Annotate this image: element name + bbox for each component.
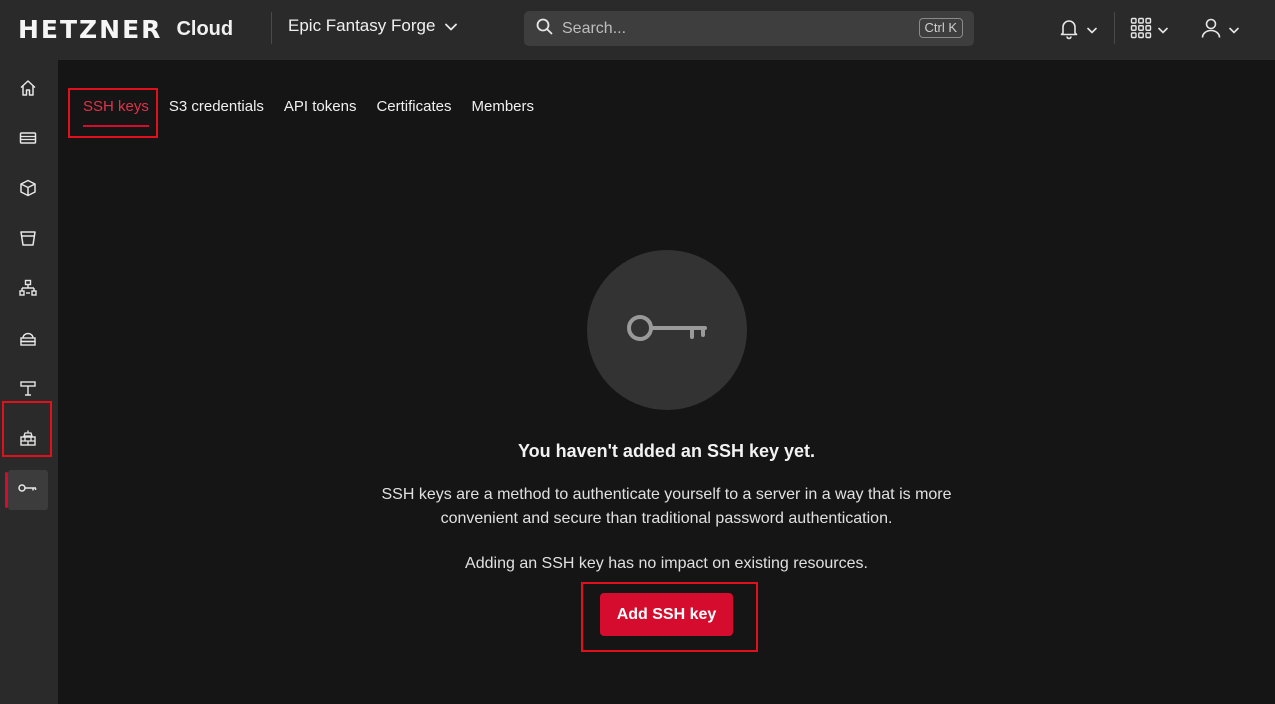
tab-certificates[interactable]: Certificates	[376, 98, 451, 127]
project-name: Epic Fantasy Forge	[288, 16, 436, 35]
empty-state-title: You haven't added an SSH key yet.	[517, 441, 816, 461]
search-icon	[536, 18, 553, 40]
key-icon	[626, 312, 708, 349]
chevron-down-icon	[1229, 21, 1239, 39]
sidebar-item-networks[interactable]	[8, 270, 48, 310]
bell-icon	[1057, 16, 1081, 45]
home-icon	[19, 79, 37, 102]
network-icon	[19, 279, 37, 302]
empty-state-note: Adding an SSH key has no impact on exist…	[465, 555, 868, 572]
tab-members[interactable]: Members	[472, 98, 535, 127]
cloud-stack-icon	[19, 329, 37, 352]
sidebar-item-load-balancers[interactable]	[8, 320, 48, 360]
description-line: SSH keys are a method to authenticate yo…	[381, 486, 952, 503]
logo-text: HETZNER	[18, 14, 163, 44]
chevron-down-icon	[1087, 21, 1097, 39]
sidebar-item-servers[interactable]	[8, 120, 48, 160]
server-icon	[19, 129, 37, 152]
chevron-down-icon	[445, 16, 458, 36]
user-menu-button[interactable]	[1199, 0, 1239, 60]
apps-menu-button[interactable]	[1130, 0, 1168, 60]
sidebar	[0, 60, 58, 704]
logo-subtitle: Cloud	[176, 17, 234, 40]
sidebar-item-home[interactable]	[8, 70, 48, 110]
sidebar-item-volumes[interactable]	[8, 170, 48, 210]
logo[interactable]: HETZNER Cloud	[18, 14, 233, 44]
divider	[1114, 12, 1115, 44]
empty-state-illustration	[587, 250, 747, 410]
search-box[interactable]: Ctrl K	[524, 11, 974, 46]
project-selector[interactable]: Epic Fantasy Forge	[288, 16, 458, 36]
highlight-box	[581, 582, 758, 652]
search-input[interactable]	[562, 19, 902, 38]
cube-icon	[19, 179, 37, 202]
search-shortcut-hint: Ctrl K	[918, 18, 963, 38]
apps-grid-icon	[1130, 17, 1152, 44]
sidebar-item-storage[interactable]	[8, 220, 48, 260]
user-icon	[1199, 16, 1223, 45]
top-bar: HETZNER Cloud Epic Fantasy Forge Ctrl K	[0, 0, 1275, 60]
signpost-icon	[19, 379, 37, 402]
empty-state-description: SSH keys are a method to authenticate yo…	[0, 483, 1275, 531]
tab-api-tokens[interactable]: API tokens	[284, 98, 357, 127]
bucket-icon	[19, 229, 37, 252]
description-line: convenient and secure than traditional p…	[440, 510, 893, 527]
notifications-button[interactable]	[1057, 0, 1097, 60]
highlight-box	[68, 88, 158, 138]
chevron-down-icon	[1158, 21, 1168, 39]
tab-s3-credentials[interactable]: S3 credentials	[169, 98, 264, 127]
divider	[271, 12, 272, 44]
